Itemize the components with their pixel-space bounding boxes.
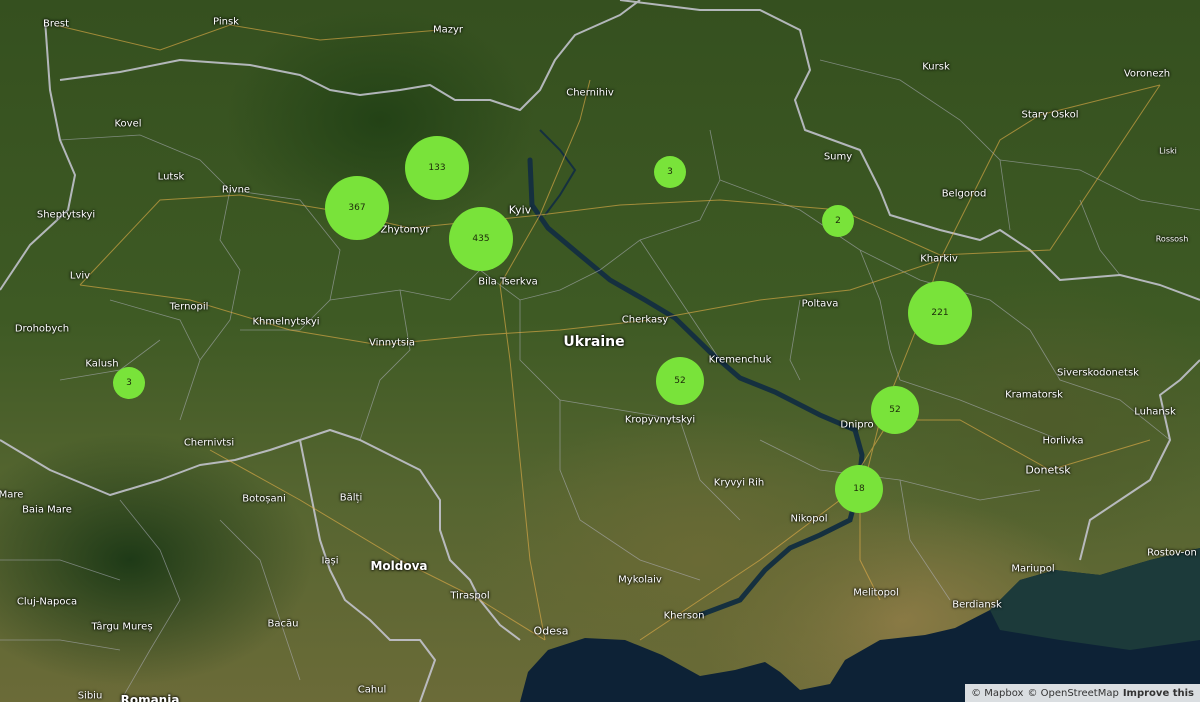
city-label: Melitopol xyxy=(853,587,899,599)
city-label: Botoșani xyxy=(242,493,286,505)
city-label: Voronezh xyxy=(1123,68,1171,80)
city-label: Kramatorsk xyxy=(1005,389,1063,401)
city-label: Odesa xyxy=(533,624,569,638)
country-label-ukraine: Ukraine xyxy=(563,334,625,350)
city-label: Kyiv xyxy=(508,203,532,217)
cluster-marker[interactable]: 52 xyxy=(656,357,704,405)
city-label: Kharkiv xyxy=(920,253,958,265)
cluster-marker[interactable]: 133 xyxy=(405,136,469,200)
city-label: Mariupol xyxy=(1011,563,1055,575)
city-label: Chernihiv xyxy=(566,87,614,99)
city-label: Mazyr xyxy=(432,24,464,36)
city-label: Mare xyxy=(0,489,24,501)
city-label: Drohobych xyxy=(14,323,70,335)
map-canvas[interactable]: Brest Pinsk Mazyr Kursk Voronezh Chernih… xyxy=(0,0,1200,702)
city-label: Baia Mare xyxy=(22,504,72,516)
city-label: Kremenchuk xyxy=(708,354,772,366)
city-label: Dnipro xyxy=(840,419,874,431)
cluster-marker[interactable]: 435 xyxy=(449,207,513,271)
city-label: Berdiansk xyxy=(952,599,1002,611)
city-label: Cherkasy xyxy=(621,314,669,326)
city-label: Târgu Mureș xyxy=(91,621,153,633)
country-label-moldova: Moldova xyxy=(370,559,428,573)
map-attribution: © Mapbox © OpenStreetMap Improve this xyxy=(965,684,1200,702)
city-label: Kherson xyxy=(663,610,705,622)
city-label: Brest xyxy=(42,18,70,30)
city-label: Bacău xyxy=(267,618,299,630)
city-label: Kursk xyxy=(922,61,950,73)
city-label: Bălți xyxy=(339,492,363,504)
city-label: Vinnytsia xyxy=(368,337,416,349)
city-label: Belgorod xyxy=(941,188,987,200)
city-label: Tiraspol xyxy=(450,590,490,602)
city-label: Cahul xyxy=(357,684,387,696)
city-label: Kovel xyxy=(114,118,142,130)
cluster-marker[interactable]: 221 xyxy=(908,281,972,345)
city-label: Stary Oskol xyxy=(1021,109,1079,121)
city-label: Rivne xyxy=(221,184,251,196)
cluster-marker[interactable]: 52 xyxy=(871,386,919,434)
city-label: Iași xyxy=(321,555,339,567)
city-label: Khmelnytskyi xyxy=(252,316,320,328)
country-label-romania: Romania xyxy=(120,693,180,702)
city-label: Donetsk xyxy=(1025,463,1071,477)
city-label: Poltava xyxy=(801,298,839,310)
city-label: Kropyvnytskyi xyxy=(624,414,696,426)
city-label: Siverskodonetsk xyxy=(1057,367,1139,379)
city-label: Lutsk xyxy=(157,171,185,183)
city-label: Bila Tserkva xyxy=(478,276,538,288)
city-label: Zhytomyr xyxy=(380,224,430,236)
city-label: Sibiu xyxy=(77,690,103,702)
city-label: Kalush xyxy=(85,358,119,370)
city-label: Mykolaiv xyxy=(618,574,662,586)
osm-attribution-link[interactable]: © OpenStreetMap xyxy=(1027,688,1118,699)
city-label: Chernivtsi xyxy=(183,437,235,449)
city-label: Rostov-on xyxy=(1147,547,1197,559)
cluster-marker[interactable]: 18 xyxy=(835,465,883,513)
city-label: Nikopol xyxy=(790,513,828,525)
city-label: Luhansk xyxy=(1134,406,1176,418)
cluster-marker[interactable]: 3 xyxy=(654,156,686,188)
city-label: Horlivka xyxy=(1042,435,1084,447)
city-label: Lviv xyxy=(69,270,91,282)
city-label: Rossosh xyxy=(1155,234,1189,244)
city-label: Sumy xyxy=(823,151,853,163)
mapbox-attribution-link[interactable]: © Mapbox xyxy=(971,688,1023,699)
city-label: Ternopil xyxy=(169,301,209,313)
city-label: Cluj-Napoca xyxy=(16,596,78,608)
map-base-layer xyxy=(0,0,1200,702)
city-label: Pinsk xyxy=(213,16,239,28)
city-label: Liski xyxy=(1159,146,1177,156)
improve-map-link[interactable]: Improve this xyxy=(1123,688,1194,699)
city-label: Kryvyi Rih xyxy=(713,477,765,489)
cluster-marker[interactable]: 367 xyxy=(325,176,389,240)
cluster-marker[interactable]: 3 xyxy=(113,367,145,399)
city-label: Sheptytskyi xyxy=(36,209,96,221)
cluster-marker[interactable]: 2 xyxy=(822,205,854,237)
